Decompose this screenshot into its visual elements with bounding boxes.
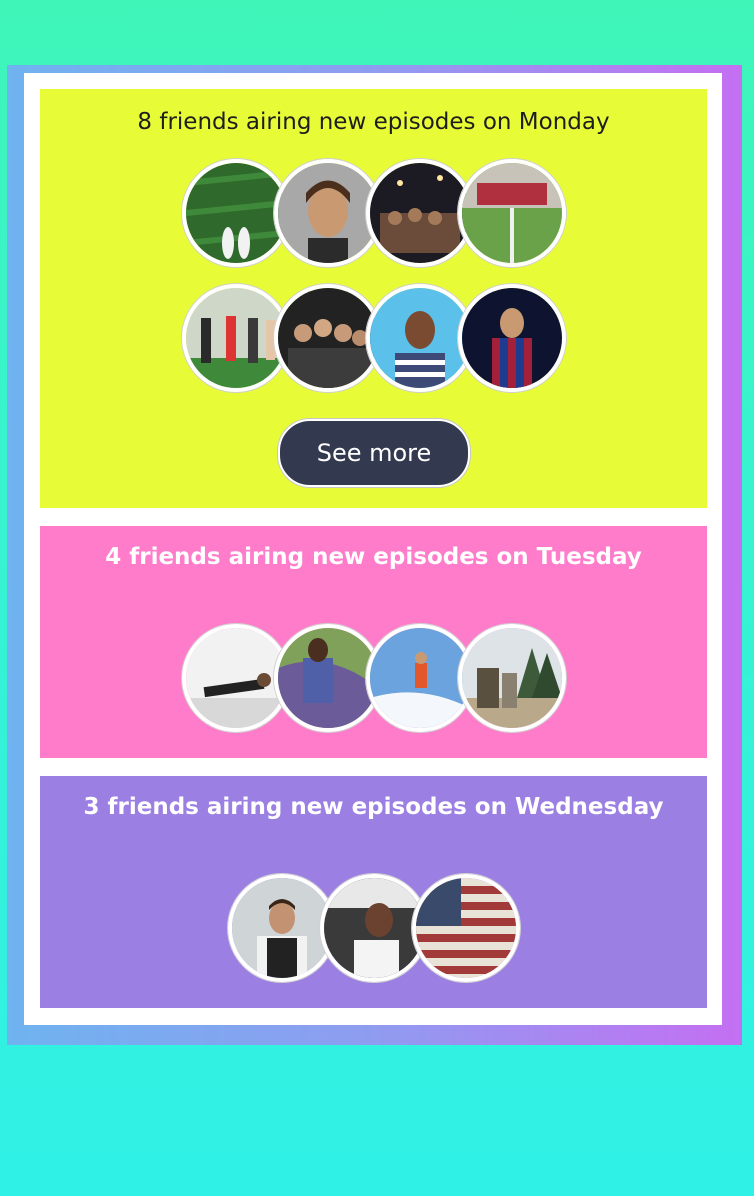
see-more-button[interactable]: See more — [278, 419, 470, 487]
friend-avatar-rugby-field[interactable] — [458, 159, 566, 267]
friend-avatar-camping-couple[interactable] — [458, 624, 566, 732]
wednesday-section: 3 friends airing new episodes on Wednesd… — [40, 776, 707, 1008]
tuesday-avatar-row — [40, 624, 707, 734]
tuesday-section: 4 friends airing new episodes on Tuesday — [40, 526, 707, 758]
tuesday-heading: 4 friends airing new episodes on Tuesday — [105, 544, 642, 570]
wednesday-avatar-row — [40, 874, 707, 984]
friend-avatar-soccer-player[interactable] — [458, 284, 566, 392]
monday-section: 8 friends airing new episodes on Monday — [40, 89, 707, 508]
monday-heading: 8 friends airing new episodes on Monday — [137, 109, 610, 135]
monday-avatar-row-2 — [40, 284, 707, 394]
monday-avatar-row-1 — [40, 159, 707, 269]
wednesday-heading: 3 friends airing new episodes on Wednesd… — [83, 794, 664, 820]
friend-avatar-us-flag[interactable] — [412, 874, 520, 982]
